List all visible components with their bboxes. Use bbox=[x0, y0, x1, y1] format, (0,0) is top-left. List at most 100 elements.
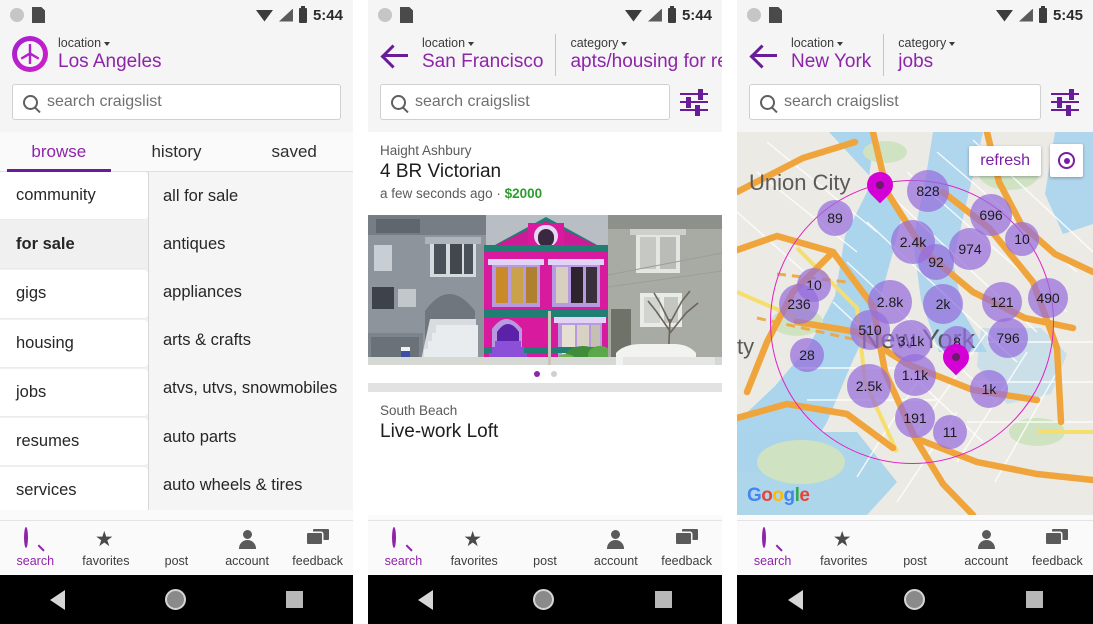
status-bar-clock: 5:45 bbox=[1052, 6, 1083, 24]
map-place-label: Union City bbox=[749, 170, 851, 195]
square-icon[interactable] bbox=[286, 591, 303, 608]
pager-dot[interactable] bbox=[550, 371, 557, 377]
bottom-nav: search ★ favorites post account feedback bbox=[0, 520, 353, 575]
map-place-label: ty bbox=[737, 334, 755, 359]
list-item[interactable]: arts & crafts bbox=[149, 316, 353, 365]
map-cluster[interactable]: 11 bbox=[933, 415, 967, 449]
nav-item-favorites[interactable]: ★ favorites bbox=[71, 527, 142, 568]
nav-item-post[interactable]: post bbox=[141, 529, 212, 568]
map-cluster[interactable]: 121 bbox=[982, 282, 1022, 322]
system-nav-bar bbox=[368, 575, 722, 624]
list-item[interactable]: housing bbox=[0, 319, 148, 368]
nav-item-search[interactable]: search bbox=[368, 526, 439, 568]
search-input[interactable]: search craigslist bbox=[380, 84, 670, 120]
triangle-left-icon[interactable] bbox=[418, 589, 434, 610]
list-item[interactable]: resumes bbox=[0, 417, 148, 467]
bottom-nav: search ★ favorites post account feedback bbox=[737, 520, 1093, 575]
map-cluster[interactable]: 1k bbox=[970, 370, 1008, 408]
list-item[interactable]: Haight Ashbury 4 BR Victorian a few seco… bbox=[368, 132, 722, 209]
nav-label: feedback bbox=[661, 553, 712, 568]
pager-dot-active[interactable] bbox=[533, 371, 540, 377]
nav-item-post[interactable]: post bbox=[879, 529, 950, 568]
listing-photo[interactable] bbox=[368, 215, 722, 365]
nav-label: post bbox=[533, 553, 557, 568]
nav-item-search[interactable]: search bbox=[737, 526, 808, 568]
circle-icon[interactable] bbox=[533, 589, 555, 610]
list-item[interactable]: services bbox=[0, 467, 148, 510]
map-view[interactable]: Union City ty New York 89 828 696 2.4k 9… bbox=[737, 132, 1093, 515]
location-selector[interactable]: location New York bbox=[791, 34, 871, 74]
category-selector[interactable]: category apts/housing for rent bbox=[555, 34, 722, 76]
map-cluster[interactable]: 89 bbox=[817, 200, 853, 236]
filter-icon[interactable] bbox=[680, 87, 710, 117]
category-selector[interactable]: category jobs bbox=[883, 34, 956, 76]
sd-card-icon bbox=[769, 7, 782, 23]
search-input[interactable]: search craigslist bbox=[749, 84, 1041, 120]
nav-item-favorites[interactable]: ★ favorites bbox=[439, 528, 510, 568]
map-cluster[interactable]: 92 bbox=[918, 244, 954, 280]
triangle-left-icon[interactable] bbox=[50, 589, 65, 610]
map-cluster[interactable]: 796 bbox=[988, 318, 1028, 358]
tab-saved[interactable]: saved bbox=[235, 132, 353, 171]
location-selector[interactable]: location San Francisco bbox=[422, 34, 543, 74]
nav-label: favorites bbox=[820, 553, 868, 568]
nav-item-feedback[interactable]: feedback bbox=[651, 529, 722, 568]
list-item[interactable]: atvs, utvs, snowmobiles bbox=[149, 364, 353, 413]
my-location-button[interactable] bbox=[1050, 144, 1083, 177]
star-icon: ★ bbox=[94, 527, 114, 551]
list-item[interactable]: all for sale bbox=[149, 172, 353, 221]
map-cluster[interactable]: 510 bbox=[850, 310, 890, 350]
nav-item-search[interactable]: search bbox=[0, 526, 71, 568]
location-selector[interactable]: location Los Angeles bbox=[58, 34, 162, 74]
circle-icon[interactable] bbox=[165, 589, 186, 610]
list-item[interactable]: auto parts bbox=[149, 412, 353, 462]
nav-item-feedback[interactable]: feedback bbox=[1022, 529, 1093, 568]
map-pin[interactable] bbox=[943, 344, 969, 380]
tab-history[interactable]: history bbox=[118, 132, 236, 171]
search-input[interactable]: search craigslist bbox=[12, 84, 341, 120]
phone-screen-map: 5:45 location New York category jobs sea… bbox=[737, 0, 1093, 624]
list-item[interactable]: aviation bbox=[149, 509, 353, 510]
back-arrow-icon[interactable] bbox=[382, 38, 412, 74]
list-item[interactable]: community bbox=[0, 172, 148, 221]
nav-item-account[interactable]: account bbox=[580, 529, 651, 568]
map-cluster[interactable]: 28 bbox=[790, 338, 824, 372]
map-cluster[interactable]: 828 bbox=[907, 170, 949, 212]
list-item[interactable]: for sale bbox=[0, 221, 148, 270]
battery-icon bbox=[1038, 5, 1047, 23]
nav-item-account[interactable]: account bbox=[212, 529, 283, 568]
category-value: apts/housing for rent bbox=[570, 51, 722, 72]
nav-item-account[interactable]: account bbox=[951, 529, 1022, 568]
nav-label: account bbox=[593, 553, 638, 568]
square-icon[interactable] bbox=[654, 591, 672, 608]
map-cluster[interactable]: 490 bbox=[1028, 278, 1068, 318]
list-item[interactable]: jobs bbox=[0, 368, 148, 417]
list-item[interactable]: antiques bbox=[149, 220, 353, 269]
refresh-button[interactable]: refresh bbox=[969, 145, 1041, 176]
location-label: location bbox=[791, 36, 835, 50]
map-cluster[interactable]: 191 bbox=[895, 398, 935, 438]
map-pin[interactable] bbox=[867, 172, 893, 208]
list-item[interactable]: auto wheels & tires bbox=[149, 461, 353, 510]
filter-icon[interactable] bbox=[1051, 87, 1081, 117]
tab-browse[interactable]: browse bbox=[0, 132, 118, 172]
circle-icon[interactable] bbox=[903, 589, 925, 610]
list-item[interactable]: South Beach Live-work Loft bbox=[368, 392, 722, 450]
map-cluster[interactable]: 236 bbox=[779, 284, 819, 324]
triangle-left-icon[interactable] bbox=[787, 589, 803, 610]
map-cluster[interactable]: 2k bbox=[923, 284, 963, 324]
circle-icon bbox=[378, 8, 392, 22]
back-arrow-icon[interactable] bbox=[751, 38, 781, 74]
square-icon[interactable] bbox=[1025, 591, 1043, 608]
map-cluster[interactable]: 2.5k bbox=[847, 364, 891, 408]
list-item[interactable]: gigs bbox=[0, 270, 148, 319]
map-cluster[interactable]: 1.1k bbox=[894, 354, 936, 396]
nav-item-favorites[interactable]: ★ favorites bbox=[808, 528, 879, 568]
status-bar: 5:44 bbox=[0, 0, 353, 30]
map-cluster[interactable]: 974 bbox=[949, 228, 991, 270]
list-item[interactable]: appliances bbox=[149, 268, 353, 317]
listings-feed[interactable]: Haight Ashbury 4 BR Victorian a few seco… bbox=[368, 132, 722, 515]
map-cluster[interactable]: 10 bbox=[1005, 222, 1039, 256]
nav-item-post[interactable]: post bbox=[510, 529, 581, 568]
nav-item-feedback[interactable]: feedback bbox=[282, 529, 353, 568]
